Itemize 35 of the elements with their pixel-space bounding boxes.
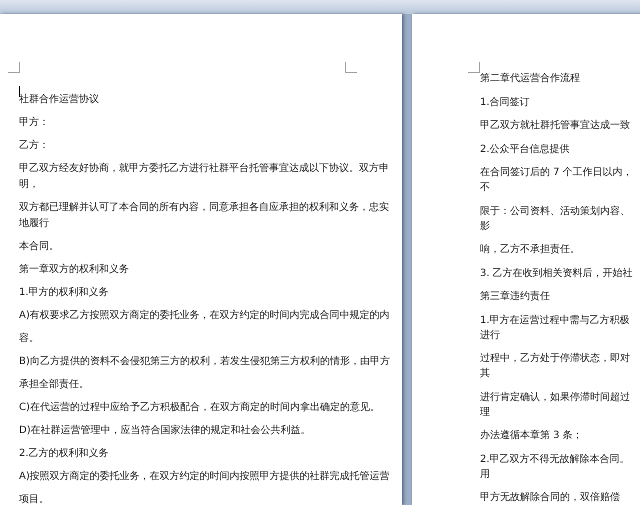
paragraph: 2.乙方的权利和义务 <box>19 446 110 461</box>
paragraph: A)有权要求乙方按照双方商定的委托业务，在双方约定的时间内完成合同中规定的内 <box>19 308 391 323</box>
paragraph: 甲乙双方经友好协商，就甲方委托乙方进行社群平台托管事宜达成以下协议。双方申 明， <box>19 162 390 192</box>
paragraph: 社群合作运营协议 <box>19 92 100 107</box>
paragraph: 项目。 <box>19 493 50 505</box>
paragraph: 乙方： <box>19 138 50 153</box>
paragraph: A)按照双方商定的委托业务，在双方约定的时间内按照甲方提供的社群完成托管运营 <box>19 470 391 484</box>
paragraph: B)向乙方提供的资料不会侵犯第三方的权利，若发生侵犯第三方权利的情形，由甲方 <box>19 354 391 369</box>
paragraph: 承担全部责任。 <box>19 378 90 392</box>
paragraph: 1.甲方的权利和义务 <box>19 286 110 300</box>
paragraph: 容。 <box>19 332 40 346</box>
paragraph: 办法遵循本章第 3 条； <box>480 428 584 443</box>
paragraph: 1.合同签订 <box>480 96 531 110</box>
paragraph: 响，乙方不承担责任。 <box>480 242 581 257</box>
paragraph: C)在代运营的过程中应给予乙方积极配合，在双方商定的时间内拿出确定的意见。 <box>19 400 381 415</box>
paragraph: 甲乙双方就社群托管事宜达成一致 <box>480 118 631 133</box>
margin-corner-mark <box>8 62 20 73</box>
paragraph: 双方都已理解并认可了本合同的所有内容，同意承担各自应承担的权利和义务，忠实 地履行 <box>19 200 390 231</box>
paragraph: 本合同。 <box>19 240 60 254</box>
paragraph: 第二章代运营合作流程 <box>480 72 581 86</box>
margin-corner-mark <box>345 62 357 73</box>
paragraph: 3. 乙方在收到相关资料后，开始社 <box>480 266 634 280</box>
paragraph: D)在社群运营管理中，应当符合国家法律的规定和社会公共利益。 <box>19 424 312 438</box>
paragraph: 进行肯定确认，如果停滞时间超过 理 <box>480 390 631 420</box>
paragraph: 甲方： <box>19 116 50 130</box>
paragraph: 限于：公司资料、活动策划内容、 影 <box>480 204 631 234</box>
paragraph: 2.公众平台信息提供 <box>480 142 571 156</box>
paragraph: 1.甲方在运营过程中需与乙方积极 进行 <box>480 314 631 342</box>
paragraph: 在合同签订后的 7 个工作日以内， 不 <box>480 166 634 195</box>
paragraph: 甲方无故解除合同的，双倍赔偿 <box>480 490 621 505</box>
margin-corner-mark <box>468 62 480 73</box>
paragraph: 2.甲乙双方不得无故解除本合同。 用 <box>480 452 631 482</box>
paragraph: 第一章双方的权利和义务 <box>19 262 130 277</box>
paragraph: 第三章违约责任 <box>480 290 551 304</box>
paragraph: 过程中，乙方处于停滞状态，即对 其 <box>480 352 631 381</box>
